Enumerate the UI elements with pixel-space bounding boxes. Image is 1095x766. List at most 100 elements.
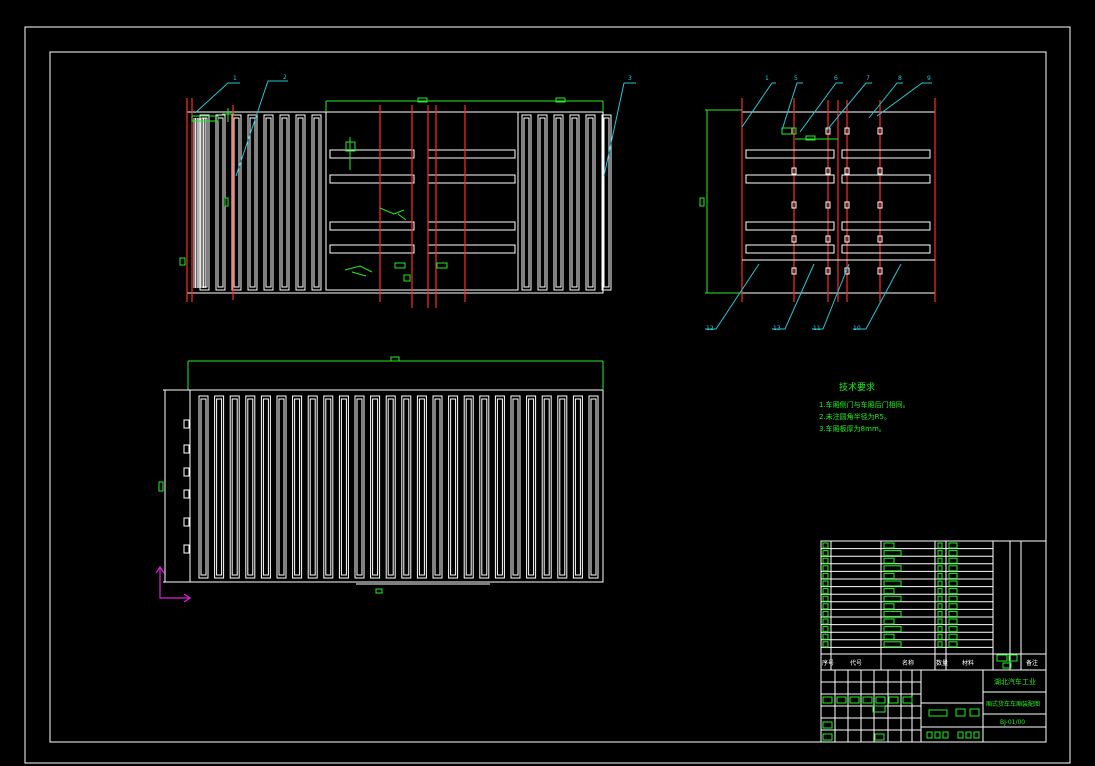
bom-name-box: [883, 572, 895, 579]
bom-name-box: [883, 595, 902, 602]
corrugation-rib: [214, 395, 225, 579]
bom-qty-box: [937, 557, 943, 564]
corrugation-rib: [311, 114, 322, 291]
corrugation-rib-inner: [297, 117, 304, 288]
corrugation-rib: [370, 395, 381, 579]
front-view-left-ribs: [193, 114, 322, 291]
callout-label: 1: [233, 75, 237, 82]
bom-no-box: [822, 603, 829, 610]
front-elevation-view: 1 2 3: [179, 74, 636, 308]
corrugation-rib-inner: [528, 398, 535, 576]
corrugation-rib: [199, 114, 210, 291]
signature-box: [875, 696, 886, 704]
bom-name-box: [883, 557, 895, 564]
signature-box: [836, 696, 847, 704]
corrugation-rib-inner: [418, 398, 425, 576]
corrugation-rib-inner: [231, 398, 238, 576]
bom-mat-box: [948, 565, 958, 572]
bom-qty-box: [937, 565, 943, 572]
corrugation-rib: [432, 395, 443, 579]
bom-no-box: [822, 595, 829, 602]
corrugation-rib: [572, 395, 583, 579]
corrugation-rib-inner: [294, 398, 301, 576]
corrugation-rib-inner: [539, 117, 546, 288]
corrugation-rib: [541, 395, 552, 579]
plan-view-ribs: [198, 395, 599, 579]
corrugation-rib-inner: [523, 117, 530, 288]
bom-name-box: [883, 626, 902, 633]
technical-requirements: 技术要求 1.车厢侧门与车厢后门相同。 2.未注圆角半径为R5。 3.车厢板厚为…: [819, 381, 910, 433]
bom-qty-box: [937, 610, 943, 617]
signature-box: [862, 696, 873, 704]
corrugation-rib: [557, 395, 568, 579]
bom-no-box: [822, 580, 829, 587]
corrugation-rib: [588, 395, 599, 579]
cad-drawing-canvas[interactable]: 1 2 3 1 5 6 7 8 9 12 13 11 10 技术要求 1.车厢侧…: [0, 0, 1095, 766]
corrugation-rib: [260, 395, 271, 579]
bom-qty-box: [937, 542, 943, 549]
hinge: [183, 419, 190, 429]
corrugation-rib-inner: [465, 398, 472, 576]
crossbar: [745, 174, 835, 184]
signature-box: [888, 696, 899, 704]
corrugation-rib-inner: [217, 117, 224, 288]
corrugation-rib-inner: [247, 398, 254, 576]
signature-grid: [821, 670, 921, 742]
corrugation-rib: [338, 395, 349, 579]
corrugation-rib: [569, 114, 580, 291]
bom-mat-box: [948, 580, 958, 587]
callout-label: 3: [628, 75, 632, 82]
signature-box: [874, 733, 885, 741]
bom-name-box: [883, 603, 895, 610]
corrugation-rib-inner: [496, 398, 503, 576]
signature-box: [822, 721, 833, 729]
hinge: [183, 444, 190, 454]
corrugation-rib: [537, 114, 548, 291]
bom-no-box: [822, 572, 829, 579]
corrugation-rib-inner: [450, 398, 457, 576]
bom-mat-box: [948, 588, 958, 595]
bom-no-box: [822, 610, 829, 617]
bom-mat-box: [948, 603, 958, 610]
bom-mat-box: [948, 557, 958, 564]
corrugation-rib: [276, 395, 287, 579]
corrugation-rib: [247, 114, 258, 291]
bom-qty-box: [937, 595, 943, 602]
bom-no-box: [822, 626, 829, 633]
bom-name-box: [883, 580, 902, 587]
corrugation-rib: [307, 395, 318, 579]
signature-box: [822, 733, 833, 741]
bom-name-box: [883, 610, 902, 617]
crossbar: [841, 244, 931, 254]
crossbar: [427, 221, 516, 231]
bom-qty-box: [937, 626, 943, 633]
hinge: [183, 467, 190, 477]
crossbar: [329, 149, 415, 159]
front-view-right-ribs: [521, 114, 612, 291]
bom-qty-box: [937, 550, 943, 557]
corrugation-rib: [479, 395, 490, 579]
corrugation-rib: [292, 395, 303, 579]
bom-name-box: [883, 618, 895, 625]
corrugation-rib-inner: [512, 398, 519, 576]
corrugation-rib: [494, 395, 505, 579]
bom-name-box: [883, 550, 902, 557]
signature-box: [822, 696, 833, 704]
bom-no-box: [822, 565, 829, 572]
bom-mat-box: [948, 618, 958, 625]
drawing-number: BJ-01/00: [1000, 719, 1025, 726]
bom-mat-box: [948, 641, 958, 648]
callout-label: 6: [834, 75, 838, 82]
bom-name-box: [883, 565, 902, 572]
bom-name-box: [883, 641, 902, 648]
crossbar: [841, 221, 931, 231]
bom-mat-box: [948, 595, 958, 602]
crossbar: [427, 174, 516, 184]
corrugation-rib-inner: [434, 398, 441, 576]
hinge: [183, 517, 190, 527]
bom-qty-box: [937, 572, 943, 579]
signature-box: [902, 696, 913, 704]
callout-label: 10: [853, 325, 861, 332]
bom-no-box: [822, 588, 829, 595]
bom-qty-box: [937, 641, 943, 648]
